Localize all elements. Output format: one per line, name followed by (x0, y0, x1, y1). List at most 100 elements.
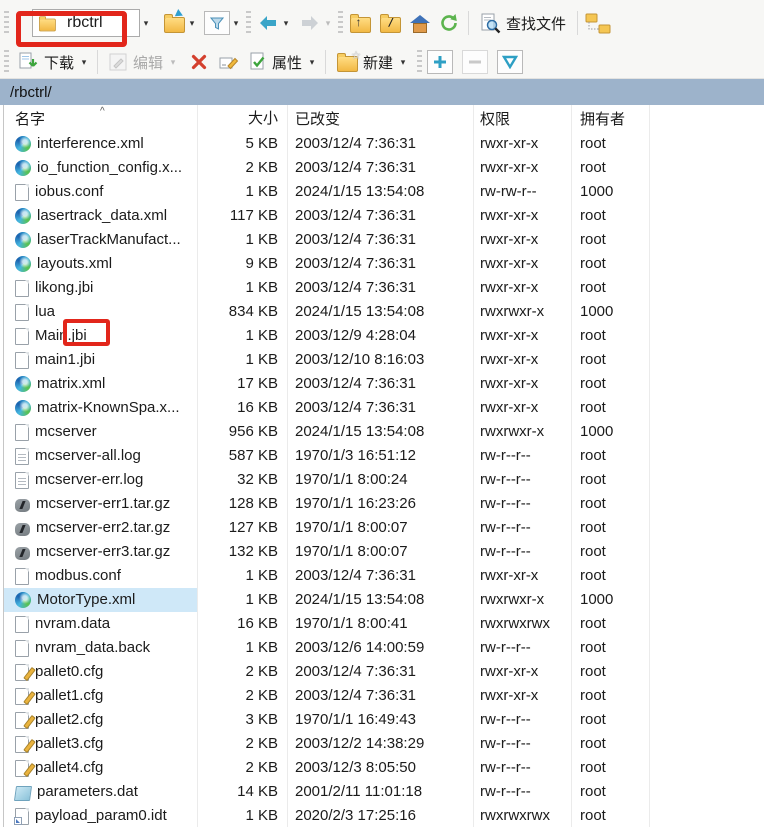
invert-selection-button[interactable] (497, 50, 523, 74)
open-directory-button[interactable] (162, 9, 186, 37)
table-row[interactable]: main1.jbi1 KB2003/12/10 8:16:03rwxr-xr-x… (4, 348, 764, 372)
table-row[interactable]: parameters.dat14 KB2001/2/11 11:01:18rw-… (4, 780, 764, 804)
file-name-cell[interactable]: iobus.conf (4, 180, 198, 204)
table-row[interactable]: MotorType.xml1 KB2024/1/15 13:54:08rwxrw… (4, 588, 764, 612)
file-name-cell[interactable]: parameters.dat (4, 780, 198, 804)
root-directory-button[interactable] (378, 9, 402, 37)
file-name-cell[interactable]: pallet1.cfg (4, 684, 198, 708)
toolbar-grip[interactable] (4, 50, 9, 74)
file-name-cell[interactable]: io_function_config.x... (4, 156, 198, 180)
table-row[interactable]: Main.jbi1 KB2003/12/9 4:28:04rwxr-xr-xro… (4, 324, 764, 348)
file-name: mcserver-err1.tar.gz (36, 492, 170, 516)
find-files-button[interactable]: 查找文件 (476, 9, 570, 37)
directory-tree-button[interactable] (585, 9, 612, 37)
filter-button[interactable] (204, 11, 230, 35)
file-name-cell[interactable]: pallet4.cfg (4, 756, 198, 780)
edit-dropdown-arrow-icon[interactable] (167, 48, 179, 76)
table-row[interactable]: pallet3.cfg2 KB2003/12/2 14:38:29rw-r--r… (4, 732, 764, 756)
parent-directory-button[interactable] (348, 9, 372, 37)
column-header-size[interactable]: 大小 (198, 105, 288, 132)
toolbar-grip[interactable] (417, 50, 422, 74)
path-bar[interactable]: /rbctrl/ (0, 79, 764, 105)
file-name-cell[interactable]: modbus.conf (4, 564, 198, 588)
remove-from-selection-button[interactable] (462, 50, 488, 74)
table-row[interactable]: mcserver-err2.tar.gz127 KB1970/1/1 8:00:… (4, 516, 764, 540)
table-row[interactable]: mcserver-all.log587 KB1970/1/3 16:51:12r… (4, 444, 764, 468)
file-name-cell[interactable]: MotorType.xml (4, 588, 198, 612)
table-row[interactable]: io_function_config.x...2 KB2003/12/4 7:3… (4, 156, 764, 180)
address-combo[interactable]: rbctrl (32, 9, 140, 37)
file-name-cell[interactable]: pallet3.cfg (4, 732, 198, 756)
file-name-cell[interactable]: matrix-KnownSpa.x... (4, 396, 198, 420)
file-name-cell[interactable]: mcserver-all.log (4, 444, 198, 468)
table-row[interactable]: matrix-KnownSpa.x...16 KB2003/12/4 7:36:… (4, 396, 764, 420)
table-row[interactable]: matrix.xml17 KB2003/12/4 7:36:31rwxr-xr-… (4, 372, 764, 396)
file-changed: 1970/1/3 16:51:12 (288, 444, 474, 468)
file-name-cell[interactable]: mcserver (4, 420, 198, 444)
file-name-cell[interactable]: lua (4, 300, 198, 324)
new-button[interactable]: 新建 (333, 48, 397, 76)
table-row[interactable]: nvram_data.back1 KB2003/12/6 14:00:59rw-… (4, 636, 764, 660)
table-row[interactable]: pallet0.cfg2 KB2003/12/4 7:36:31rwxr-xr-… (4, 660, 764, 684)
column-header-rights[interactable]: 权限 (474, 105, 572, 132)
file-name-cell[interactable]: pallet0.cfg (4, 660, 198, 684)
file-name-cell[interactable]: Main.jbi (4, 324, 198, 348)
forward-dropdown-arrow-icon[interactable] (322, 9, 334, 37)
table-row[interactable]: pallet1.cfg2 KB2003/12/4 7:36:31rwxr-xr-… (4, 684, 764, 708)
file-name-cell[interactable]: pallet2.cfg (4, 708, 198, 732)
filter-dropdown-arrow-icon[interactable] (230, 9, 242, 37)
file-name-cell[interactable]: nvram_data.back (4, 636, 198, 660)
download-button[interactable]: 下载 (14, 48, 78, 76)
properties-dropdown-arrow-icon[interactable] (306, 48, 318, 76)
download-dropdown-arrow-icon[interactable] (78, 48, 90, 76)
back-button[interactable] (256, 9, 280, 37)
column-header-name[interactable]: 名字 (4, 105, 198, 132)
table-row[interactable]: mcserver-err1.tar.gz128 KB1970/1/1 16:23… (4, 492, 764, 516)
table-row[interactable]: mcserver956 KB2024/1/15 13:54:08rwxrwxr-… (4, 420, 764, 444)
table-row[interactable]: pallet2.cfg3 KB1970/1/1 16:49:43rw-r--r-… (4, 708, 764, 732)
table-row[interactable]: lasertrack_data.xml117 KB2003/12/4 7:36:… (4, 204, 764, 228)
file-name-cell[interactable]: mcserver-err.log (4, 468, 198, 492)
forward-button[interactable] (298, 9, 322, 37)
toolbar-grip[interactable] (338, 11, 343, 35)
address-dropdown-arrow-icon[interactable] (140, 9, 152, 37)
home-directory-button[interactable] (408, 9, 432, 37)
table-row[interactable]: iobus.conf1 KB2024/1/15 13:54:08rw-rw-r-… (4, 180, 764, 204)
file-name-cell[interactable]: interference.xml (4, 132, 198, 156)
file-name-cell[interactable]: laserTrackManufact... (4, 228, 198, 252)
table-row[interactable]: nvram.data16 KB1970/1/1 8:00:41rwxrwxrwx… (4, 612, 764, 636)
table-row[interactable]: layouts.xml9 KB2003/12/4 7:36:31rwxr-xr-… (4, 252, 764, 276)
table-row[interactable]: payload_param0.idt1 KB2020/2/3 17:25:16r… (4, 804, 764, 827)
new-dropdown-arrow-icon[interactable] (397, 48, 409, 76)
table-row[interactable]: interference.xml5 KB2003/12/4 7:36:31rwx… (4, 132, 764, 156)
toolbar-grip[interactable] (4, 11, 9, 35)
add-to-selection-button[interactable] (427, 50, 453, 74)
delete-button[interactable] (187, 48, 211, 76)
properties-button[interactable]: 属性 (245, 48, 306, 76)
table-row[interactable]: mcserver-err3.tar.gz132 KB1970/1/1 8:00:… (4, 540, 764, 564)
file-name-cell[interactable]: matrix.xml (4, 372, 198, 396)
table-row[interactable]: lua834 KB2024/1/15 13:54:08rwxrwxr-x1000 (4, 300, 764, 324)
table-row[interactable]: laserTrackManufact...1 KB2003/12/4 7:36:… (4, 228, 764, 252)
table-row[interactable]: pallet4.cfg2 KB2003/12/3 8:05:50rw-r--r-… (4, 756, 764, 780)
file-name-cell[interactable]: mcserver-err2.tar.gz (4, 516, 198, 540)
rename-button[interactable] (217, 48, 241, 76)
file-name-cell[interactable]: payload_param0.idt (4, 804, 198, 827)
table-row[interactable]: modbus.conf1 KB2003/12/4 7:36:31rwxr-xr-… (4, 564, 764, 588)
file-name-cell[interactable]: nvram.data (4, 612, 198, 636)
table-row[interactable]: mcserver-err.log32 KB1970/1/1 8:00:24rw-… (4, 468, 764, 492)
back-dropdown-arrow-icon[interactable] (280, 9, 292, 37)
toolbar-grip[interactable] (246, 11, 251, 35)
file-name-cell[interactable]: likong.jbi (4, 276, 198, 300)
file-name-cell[interactable]: main1.jbi (4, 348, 198, 372)
file-name-cell[interactable]: layouts.xml (4, 252, 198, 276)
column-header-changed[interactable]: 已改变 (288, 105, 474, 132)
column-header-owner[interactable]: 拥有者 (572, 105, 650, 132)
file-name-cell[interactable]: mcserver-err3.tar.gz (4, 540, 198, 564)
file-name-cell[interactable]: lasertrack_data.xml (4, 204, 198, 228)
refresh-button[interactable] (437, 9, 461, 37)
edit-button[interactable]: 编辑 (105, 48, 167, 76)
table-row[interactable]: likong.jbi1 KB2003/12/4 7:36:31rwxr-xr-x… (4, 276, 764, 300)
file-name-cell[interactable]: mcserver-err1.tar.gz (4, 492, 198, 516)
file-size: 587 KB (198, 444, 288, 468)
